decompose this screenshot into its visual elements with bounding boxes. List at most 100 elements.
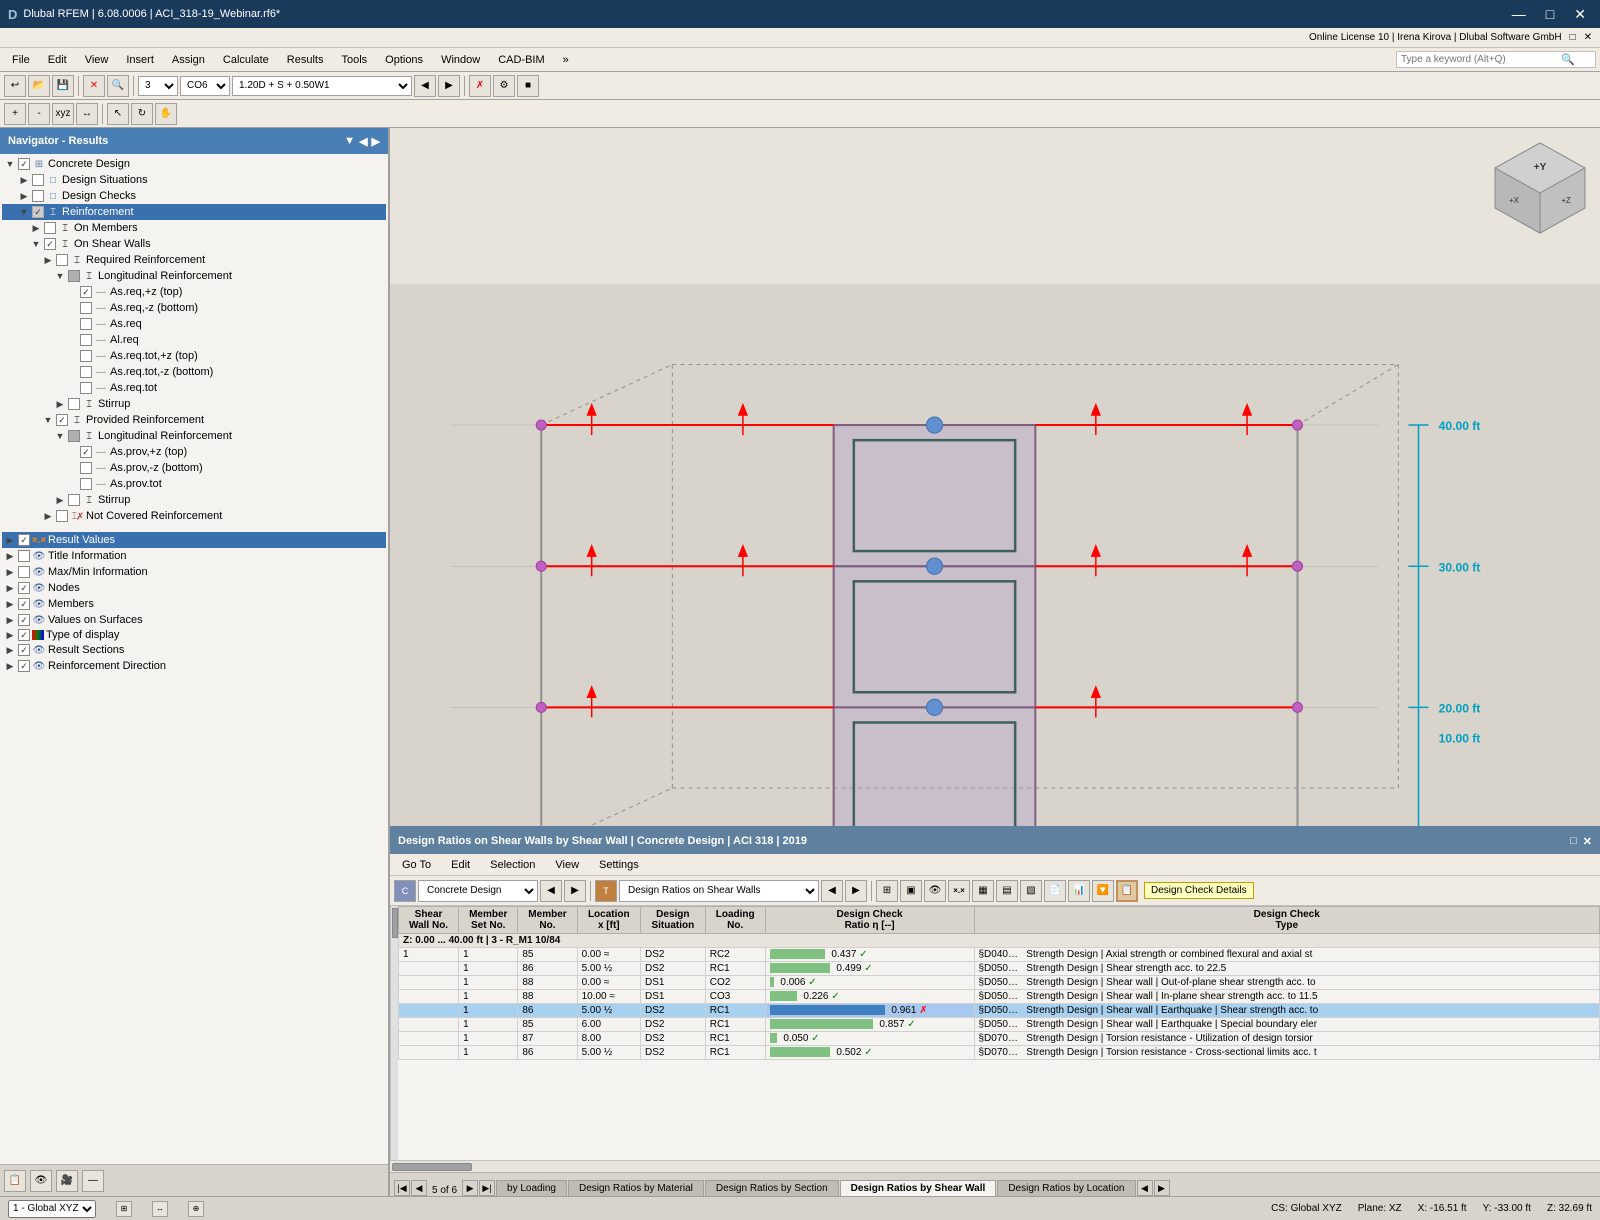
check-provided-reinf[interactable] <box>56 414 68 426</box>
tree-item-as-req-tot[interactable]: — As.req.tot <box>2 380 386 396</box>
expand-on-members[interactable]: ▶ <box>30 222 42 234</box>
nav-bottom-btn2[interactable]: 👁 <box>30 1170 52 1192</box>
expand-result-values[interactable]: ▶ <box>4 534 16 546</box>
expand-design-situations[interactable]: ▶ <box>18 174 30 186</box>
toolbar2-btn1[interactable]: + <box>4 103 26 125</box>
tree-item-reinforcement[interactable]: ▼ ⌶ Reinforcement <box>2 204 386 220</box>
menu-item-insert[interactable]: Insert <box>118 52 162 68</box>
check-as-req-tot-top[interactable] <box>80 350 92 362</box>
check-result-values[interactable] <box>18 534 30 546</box>
check-as-req-tot[interactable] <box>80 382 92 394</box>
expand-values-surfaces[interactable]: ▶ <box>4 614 16 626</box>
check-design-checks[interactable] <box>32 190 44 202</box>
check-design-situations[interactable] <box>32 174 44 186</box>
tab-nav-prev[interactable]: ◀ <box>411 1180 427 1196</box>
tab-by-shear-wall[interactable]: Design Ratios by Shear Wall <box>840 1180 997 1196</box>
check-stirrup-req[interactable] <box>68 398 80 410</box>
menu-item-results[interactable]: Results <box>279 52 332 68</box>
check-not-covered[interactable] <box>56 510 68 522</box>
tree-item-as-prov-bot[interactable]: — As.prov,-z (bottom) <box>2 460 386 476</box>
check-reinf-direction[interactable] <box>18 660 30 672</box>
tab-by-section[interactable]: Design Ratios by Section <box>705 1180 839 1196</box>
tab-nav-last[interactable]: ▶| <box>479 1180 495 1196</box>
tree-item-as-req-bot[interactable]: — As.req,-z (bottom) <box>2 300 386 316</box>
menu-item-file[interactable]: File <box>4 52 38 68</box>
expand-result-sections[interactable]: ▶ <box>4 644 16 656</box>
check-long-reinf-req[interactable] <box>68 270 80 282</box>
table-row-highlighted[interactable]: 1 86 5.00 ½ DS2 RC1 0.961 ✗ §D050… Stren… <box>399 1004 1600 1018</box>
toolbar-zoom[interactable]: 🔍 <box>107 75 129 97</box>
tree-item-concrete-design[interactable]: ▼ ⊞ Concrete Design <box>2 156 386 172</box>
load-case-formula-combo[interactable]: 1.20D + S + 0.50W1 <box>232 76 412 96</box>
table-row[interactable]: 1 86 5.00 ½ DS2 RC1 0.502 ✓ §D070… Stren… <box>399 1046 1600 1060</box>
navigator-header-controls[interactable]: ▼ ◀ ▶ <box>344 135 380 148</box>
tree-item-long-reinf-req[interactable]: ▼ ⌶ Longitudinal Reinforcement <box>2 268 386 284</box>
menu-item-window[interactable]: Window <box>433 52 488 68</box>
tree-item-maxmin-info[interactable]: ▶ 👁 Max/Min Information <box>2 564 386 580</box>
tree-item-provided-reinf[interactable]: ▼ ⌶ Provided Reinforcement <box>2 412 386 428</box>
expand-not-covered[interactable]: ▶ <box>42 510 54 522</box>
nav-expand-btn[interactable]: ▼ <box>344 135 355 148</box>
expand-provided-reinf[interactable]: ▼ <box>42 414 54 426</box>
tree-item-as-prov-top[interactable]: — As.prov,+z (top) <box>2 444 386 460</box>
tree-item-long-reinf-prov[interactable]: ▼ ⌶ Longitudinal Reinforcement <box>2 428 386 444</box>
nav-prev-btn[interactable]: ◀ <box>359 135 367 148</box>
expand-reinf-direction[interactable]: ▶ <box>4 660 16 672</box>
results-minimize-btn[interactable]: □ <box>1570 835 1577 848</box>
results-tb-detail[interactable]: 📋 <box>1116 880 1138 902</box>
results-menu-settings[interactable]: Settings <box>591 857 647 873</box>
load-case-name-combo[interactable]: CO6 <box>180 76 230 96</box>
table-row[interactable]: 1 85 6.00 DS2 RC1 0.857 ✓ §D050… Strengt… <box>399 1018 1600 1032</box>
check-al-req[interactable] <box>80 334 92 346</box>
expand-long-reinf-prov[interactable]: ▼ <box>54 430 66 442</box>
cs-select[interactable]: 1 - Global XYZ <box>8 1200 96 1218</box>
tab-nav-next[interactable]: ▶ <box>462 1180 478 1196</box>
tree-item-reinf-direction[interactable]: ▶ 👁 Reinforcement Direction <box>2 658 386 674</box>
table-row[interactable]: 1 87 8.00 DS2 RC1 0.050 ✓ §D070… Strengt… <box>399 1032 1600 1046</box>
expand-stirrup-prov[interactable]: ▶ <box>54 494 66 506</box>
results-view-next[interactable]: ▶ <box>845 880 867 902</box>
maximize-button[interactable]: □ <box>1540 4 1560 24</box>
tab-by-material[interactable]: Design Ratios by Material <box>568 1180 704 1196</box>
toolbar-prev-lc[interactable]: ◀ <box>414 75 436 97</box>
tree-item-values-surfaces[interactable]: ▶ 👁 Values on Surfaces <box>2 612 386 628</box>
toolbar-open[interactable]: 📂 <box>28 75 50 97</box>
menu-item-tools[interactable]: Tools <box>333 52 375 68</box>
menu-item-options[interactable]: Options <box>377 52 431 68</box>
toolbar-next-lc[interactable]: ▶ <box>438 75 460 97</box>
check-as-req-bot[interactable] <box>80 302 92 314</box>
menu-item-cadbim[interactable]: CAD-BIM <box>490 52 552 68</box>
toolbar-settings[interactable]: ⚙ <box>493 75 515 97</box>
license-window-close[interactable]: ✕ <box>1584 32 1592 43</box>
tree-item-design-checks[interactable]: ▶ □ Design Checks <box>2 188 386 204</box>
nav-next-btn[interactable]: ▶ <box>372 135 380 148</box>
tree-item-on-members[interactable]: ▶ ⌶ On Members <box>2 220 386 236</box>
tree-item-required-reinf[interactable]: ▶ ⌶ Required Reinforcement <box>2 252 386 268</box>
results-hscrollbar[interactable] <box>390 1160 1600 1172</box>
menu-item-edit[interactable]: Edit <box>40 52 75 68</box>
tree-item-on-shear-walls[interactable]: ▼ ⌶ On Shear Walls <box>2 236 386 252</box>
expand-concrete-design[interactable]: ▼ <box>4 158 16 170</box>
toolbar-delete-results[interactable]: ✗ <box>469 75 491 97</box>
search-input[interactable] <box>1401 54 1561 65</box>
results-tb-export2[interactable]: 📊 <box>1068 880 1090 902</box>
check-long-reinf-prov[interactable] <box>68 430 80 442</box>
menu-item-assign[interactable]: Assign <box>164 52 213 68</box>
expand-type-display[interactable]: ▶ <box>4 629 16 641</box>
results-view-combo[interactable]: Design Ratios on Shear Walls <box>619 880 819 902</box>
view-cube[interactable]: +Y +Z +X <box>1490 138 1590 238</box>
results-tb-table1[interactable]: ▦ <box>972 880 994 902</box>
close-button[interactable]: ✕ <box>1568 4 1592 25</box>
tree-item-as-req[interactable]: — As.req <box>2 316 386 332</box>
toolbar-undo[interactable]: ↩ <box>4 75 26 97</box>
status-cs-combo[interactable]: 1 - Global XYZ <box>8 1200 96 1218</box>
results-tb-filter1[interactable]: ⊞ <box>876 880 898 902</box>
check-as-prov-tot[interactable] <box>80 478 92 490</box>
minimize-button[interactable]: — <box>1506 4 1532 24</box>
tree-item-as-prov-tot[interactable]: — As.prov.tot <box>2 476 386 492</box>
status-btn1[interactable]: ⊞ <box>116 1201 132 1217</box>
tree-item-al-req[interactable]: — Al.req <box>2 332 386 348</box>
check-type-display[interactable] <box>18 629 30 641</box>
table-row[interactable]: 1 88 10.00 ≈ DS1 CO3 0.226 ✓ §D050… Stre… <box>399 990 1600 1004</box>
results-tb-filter3[interactable]: 👁 <box>924 880 946 902</box>
